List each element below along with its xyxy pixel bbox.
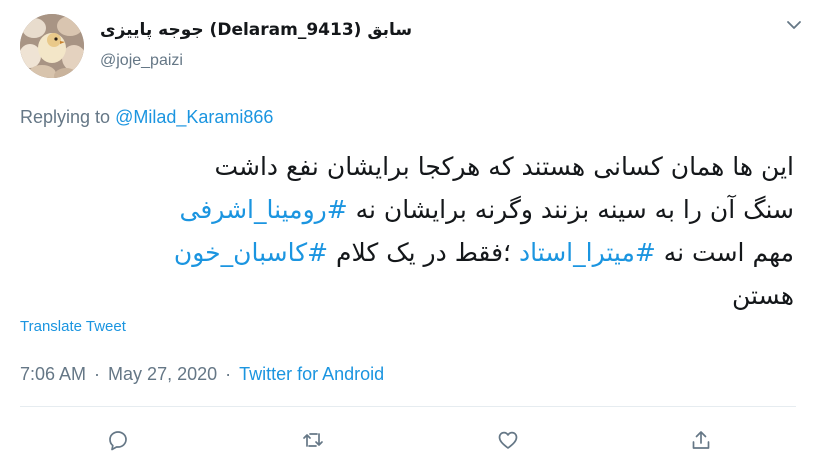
retweet-icon[interactable] (301, 428, 325, 452)
tweet-meta: 7:06 AM · May 27, 2020 · Twitter for Android (20, 364, 384, 385)
divider (20, 406, 796, 407)
avatar[interactable] (20, 14, 84, 78)
translate-tweet-link[interactable]: Translate Tweet (20, 318, 126, 335)
tweet-line-2-text: سنگ آن را به سینه بزنند وگرنه برایشان نه (347, 195, 794, 224)
tweet-source-link[interactable]: Twitter for Android (239, 364, 384, 384)
avatar-image (20, 14, 84, 78)
like-icon[interactable] (496, 428, 520, 452)
author-display-name[interactable]: جوجه پاییزی (Delaram_9413) سابق (100, 20, 412, 40)
tweet-line-3-text-1: مهم است نه (655, 238, 794, 267)
chevron-down-icon[interactable] (785, 16, 803, 34)
tweet-time[interactable]: 7:06 AM (20, 364, 86, 384)
tweet-line-1: این ها همان کسانی هستند که هرکجا برایشان… (214, 152, 794, 181)
tweet-line-3-text-2: ؛فقط در یک کلام (328, 238, 519, 267)
tweet-line-4: هستن (731, 281, 794, 310)
hashtag-link[interactable]: #میترا_استاد (519, 238, 656, 267)
replying-to: Replying to @Milad_Karami866 (20, 107, 273, 128)
replying-prefix: Replying to (20, 107, 111, 127)
meta-separator: · (225, 364, 232, 384)
tweet-date[interactable]: May 27, 2020 (108, 364, 217, 384)
reply-icon[interactable] (106, 428, 130, 452)
hashtag-link[interactable]: #کاسبان_خون (174, 238, 328, 267)
hashtag-link[interactable]: #رومینا_اشرفی (180, 195, 348, 224)
tweet-text: این ها همان کسانی هستند که هرکجا برایشان… (14, 145, 794, 317)
author-handle[interactable]: @joje_paizi (100, 52, 183, 70)
reply-mention-link[interactable]: @Milad_Karami866 (115, 107, 273, 127)
tweet-line-3: مهم است نه #میترا_استاد ؛فقط در یک کلام … (14, 231, 794, 274)
meta-separator: · (94, 364, 101, 384)
share-icon[interactable] (689, 428, 713, 452)
tweet-line-2: سنگ آن را به سینه بزنند وگرنه برایشان نه… (14, 188, 795, 231)
